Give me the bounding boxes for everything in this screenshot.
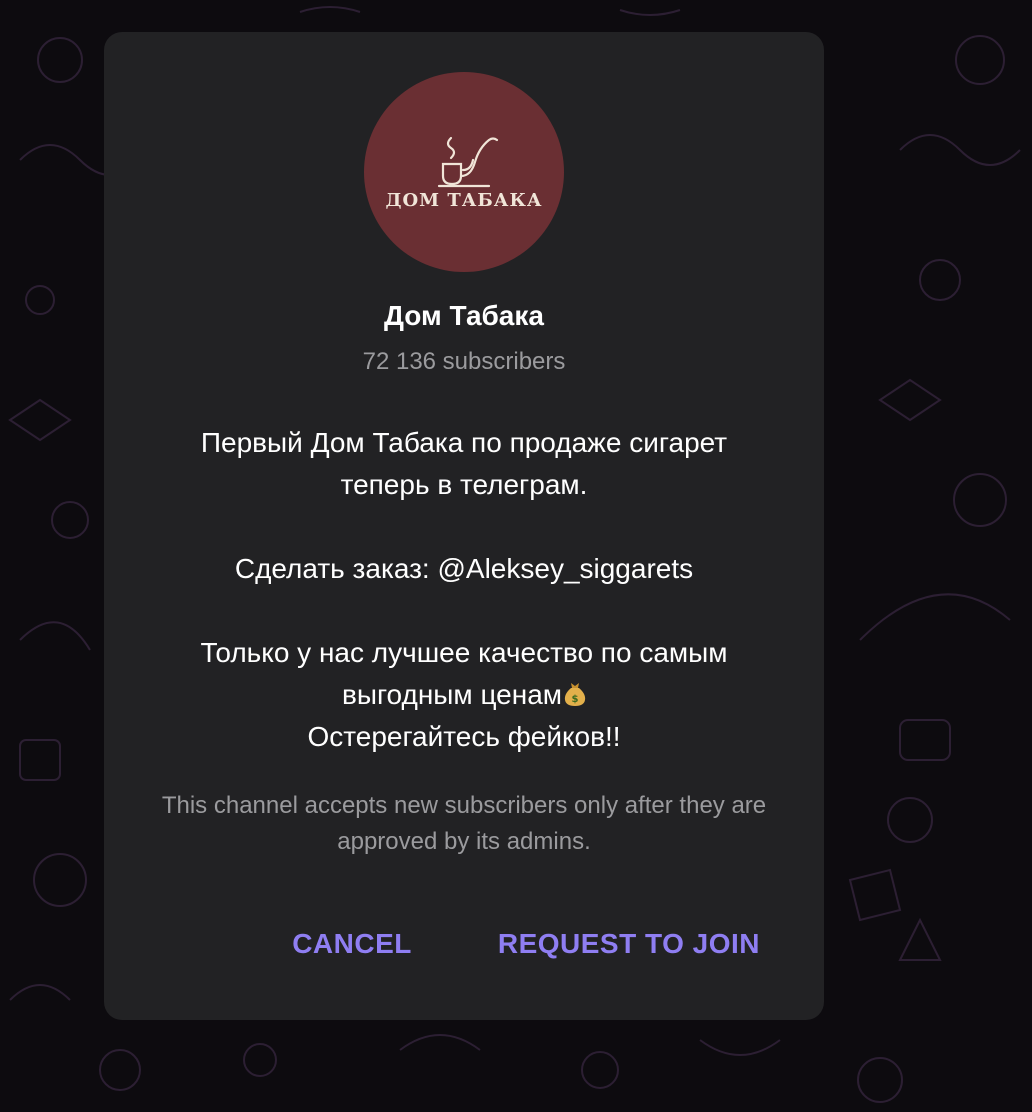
avatar-logo-text: ДОМ ТАБАКА xyxy=(385,189,543,211)
description-line: теперь в телеграм. xyxy=(340,469,588,500)
channel-avatar: ДОМ ТАБАКА xyxy=(364,72,564,272)
join-channel-dialog: ДОМ ТАБАКА Дом Табака 72 136 subscribers… xyxy=(104,32,824,1020)
description-line-with-emoji: выгодным ценам $ xyxy=(144,674,784,716)
order-contact-line: Сделать заказ: @Aleksey_siggarets xyxy=(234,553,694,584)
svg-text:$: $ xyxy=(572,694,579,705)
description-line: выгодным ценам xyxy=(341,679,563,710)
subscriber-count: 72 136 subscribers xyxy=(362,348,566,375)
description-line: Только у нас лучшее качество по самым xyxy=(200,637,728,668)
channel-title: Дом Табака xyxy=(384,300,544,331)
approval-notice: This channel accepts new subscribers onl… xyxy=(161,792,767,855)
channel-description: Первый Дом Табака по продаже сигарет теп… xyxy=(144,422,784,758)
description-line: Остерегайтесь фейков!! xyxy=(307,721,621,752)
money-bag-icon: $ xyxy=(564,683,586,706)
request-to-join-button[interactable]: REQUEST TO JOIN xyxy=(498,928,760,960)
cancel-button[interactable]: CANCEL xyxy=(292,928,412,960)
description-line: Первый Дом Табака по продаже сигарет xyxy=(200,427,728,458)
dialog-actions: CANCEL REQUEST TO JOIN xyxy=(292,928,760,960)
pipe-icon xyxy=(437,136,499,187)
